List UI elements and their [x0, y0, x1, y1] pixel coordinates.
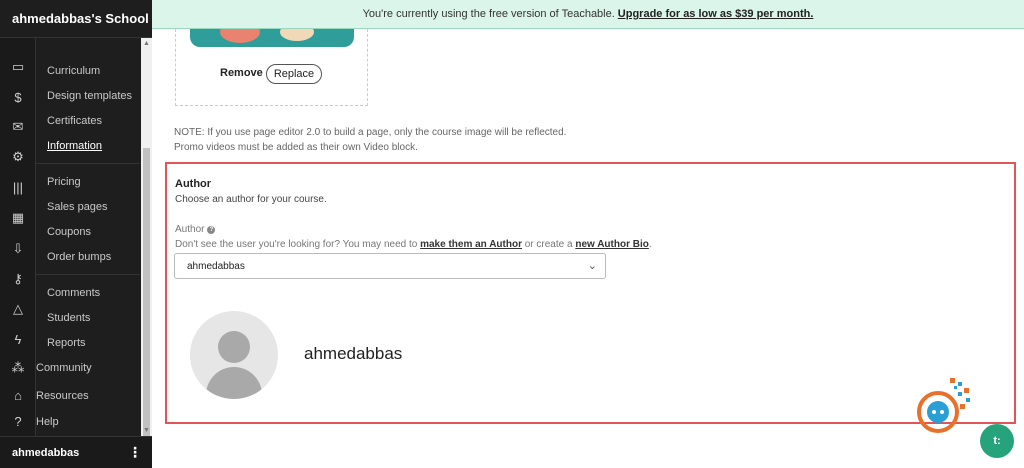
image-note: NOTE: If you use page editor 2.0 to buil…	[174, 127, 567, 153]
help-icon[interactable]: ?	[207, 225, 216, 234]
author-avatar	[190, 311, 278, 399]
author-display-name: ahmedabbas	[304, 344, 403, 363]
sidebar-item-comments[interactable]: Comments	[47, 287, 100, 299]
devices-icon[interactable]: ▭	[9, 58, 27, 76]
divider	[36, 274, 140, 275]
new-author-bio-link[interactable]: new Author Bio	[575, 239, 649, 250]
author-field-label: Author ?	[175, 224, 216, 235]
divider	[36, 163, 140, 164]
author-hint: Don't see the user you're looking for? Y…	[175, 239, 652, 250]
user-name: ahmedabbas	[12, 446, 80, 459]
dollar-icon[interactable]: $	[9, 88, 27, 106]
sidebar-item-resources[interactable]: ⌂ Resources	[0, 388, 140, 403]
chat-button[interactable]: t:	[980, 424, 1014, 458]
replace-button[interactable]: Replace	[266, 64, 322, 84]
author-select-value: ahmedabbas	[187, 260, 245, 272]
calendar-icon[interactable]: ▦	[9, 209, 27, 227]
shapes-icon[interactable]: △	[9, 300, 27, 318]
library-icon[interactable]: |||	[9, 178, 27, 196]
sidebar-item-sales-pages[interactable]: Sales pages	[47, 201, 108, 213]
sidebar-item-pricing[interactable]: Pricing	[47, 176, 81, 188]
image-shape	[280, 29, 314, 41]
image-shape	[220, 29, 260, 43]
course-image-thumbnail	[190, 29, 354, 47]
make-author-link[interactable]: make them an Author	[420, 239, 522, 250]
chevron-down-icon: ⌄	[587, 260, 597, 272]
watermark-logo-icon	[917, 378, 970, 433]
community-icon: ⁂	[11, 360, 25, 375]
author-select[interactable]: ahmedabbas ⌄	[174, 253, 606, 279]
download-icon[interactable]: ⇩	[9, 240, 27, 258]
scroll-up-icon[interactable]: ▲	[143, 40, 150, 47]
icon-rail: ▭ $ ✉ ⚙ ||| ▦ ⇩ ⚷ △ ϟ	[0, 38, 36, 436]
avatar-body	[206, 367, 262, 399]
author-heading: Author	[175, 178, 212, 190]
scroll-thumb[interactable]	[143, 148, 150, 460]
graduation-cap-icon: ⌂	[14, 388, 22, 403]
sidebar-item-reports[interactable]: Reports	[47, 337, 86, 349]
upgrade-link[interactable]: Upgrade for as low as $39 per month.	[618, 8, 814, 20]
sidebar-item-curriculum[interactable]: Curriculum	[47, 65, 100, 77]
sidebar-item-certificates[interactable]: Certificates	[47, 115, 102, 127]
sidebar-item-information[interactable]: Information	[47, 140, 102, 152]
sidebar-item-design-templates[interactable]: Design templates	[47, 90, 132, 102]
sidebar-item-students[interactable]: Students	[47, 312, 90, 324]
sidebar-scrollbar[interactable]: ▲ ▼	[141, 38, 152, 460]
mail-icon[interactable]: ✉	[9, 118, 27, 136]
sidebar: ahmedabbas's School ▭ $ ✉ ⚙ ||| ▦ ⇩ ⚷ △ …	[0, 0, 152, 468]
scroll-down-icon[interactable]: ▼	[143, 427, 150, 434]
sidebar-item-order-bumps[interactable]: Order bumps	[47, 251, 111, 263]
avatar-head	[218, 331, 250, 363]
gear-icon[interactable]: ⚙	[9, 148, 27, 166]
banner-text: You're currently using the free version …	[362, 8, 615, 20]
sidebar-item-community[interactable]: ⁂ Community	[0, 360, 140, 376]
question-icon: ?	[14, 414, 22, 429]
user-menu[interactable]: ahmedabbas ⋮	[0, 436, 152, 468]
remove-button[interactable]: Remove	[220, 67, 263, 79]
key-icon[interactable]: ⚷	[9, 270, 27, 288]
sidebar-item-help[interactable]: ? Help	[0, 414, 140, 429]
author-section: Author Choose an author for your course.…	[165, 162, 1016, 424]
sidebar-item-coupons[interactable]: Coupons	[47, 226, 91, 238]
school-name[interactable]: ahmedabbas's School	[0, 0, 152, 38]
bolt-icon[interactable]: ϟ	[9, 330, 27, 348]
more-vertical-icon[interactable]: ⋮	[128, 445, 142, 459]
upgrade-banner: You're currently using the free version …	[152, 0, 1024, 29]
author-subtitle: Choose an author for your course.	[175, 194, 327, 205]
